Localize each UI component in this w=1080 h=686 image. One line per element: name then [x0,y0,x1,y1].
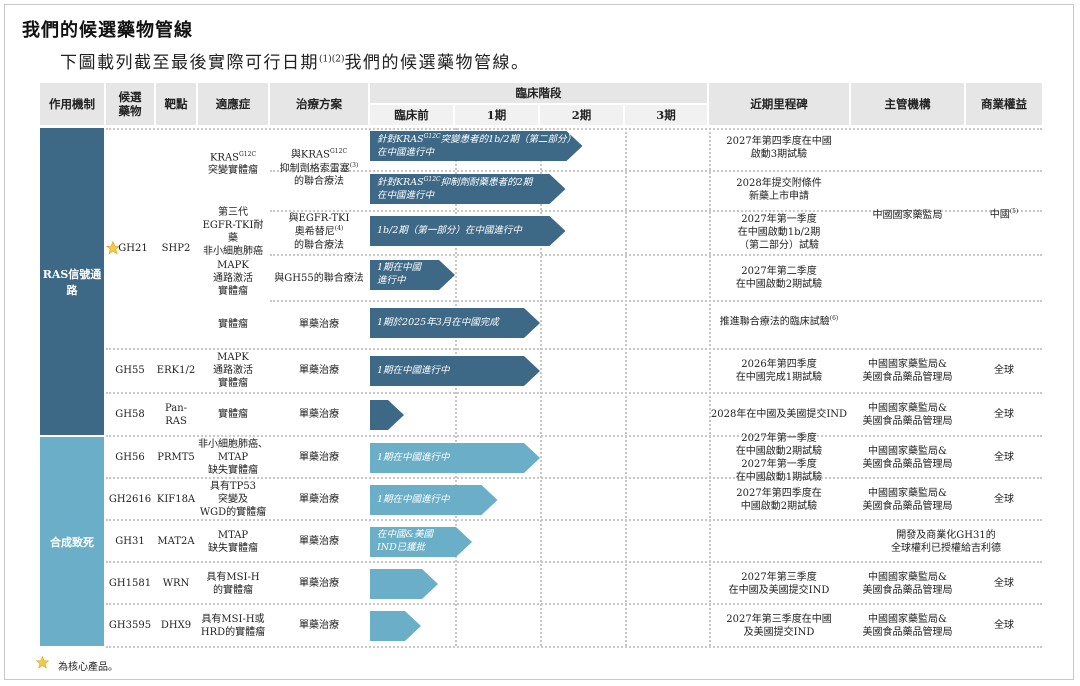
arrow-line1b: 抑制劑耐藥患者的2期 [440,176,533,188]
arrow-gh21-3-label: 1期在中國 進行中 [370,260,455,290]
stage-arrows [370,131,583,641]
arrow-line2: 進行中 [377,275,406,286]
arrow-sup: G12C [423,132,441,140]
arrow-line1: 針對KRAS [377,133,424,145]
arrow-gh56-text: 1期在中國進行中 [377,443,450,473]
arrow-gh2616-label: 1期在中國進行中 [370,485,498,515]
arrow-line1: 針對KRAS [377,176,424,188]
arrow-gh21-1-label: 針對KRASG12C抑制劑耐藥患者的2期 在中國進行中 [370,174,566,204]
arrow-line1: 1期在中國進行中 [377,451,450,463]
arrow-gh55-text: 1期在中國進行中 [377,356,450,386]
arrow-gh21-4-text: 1期於2025年3月在中國完成 [377,308,499,338]
arrow-gh3595 [370,611,421,641]
arrow-gh21-0-text: 針對KRASG12C突變患者的1b/2期（第二部分） 在中國進行中 [377,131,576,161]
arrow-line1: 1期在中國進行中 [377,364,450,376]
arrow-line1: 1b/2期（第一部分）在中國進行中 [377,224,522,236]
footnote: 為核心產品。 [58,662,118,673]
arrow-line2: 在中國進行中 [377,146,435,158]
arrow-gh21-3-text: 1期在中國 進行中 [377,260,421,290]
arrow-gh21-2-label: 1b/2期（第一部分）在中國進行中 [370,216,566,246]
arrow-line1: 1期在中國進行中 [377,493,450,505]
arrow-gh55-label: 1期在中國進行中 [370,356,540,386]
arrow-gh1581 [370,569,438,599]
arrow-sup: G12C [423,175,441,183]
arrow-gh2616-text: 1期在中國進行中 [377,485,450,515]
arrow-gh31-text: 在中國&美國 IND已獲批 [377,527,433,557]
arrow-gh21-4-label: 1期於2025年3月在中國完成 [370,308,540,338]
arrow-line1: 1期於2025年3月在中國完成 [377,316,499,328]
arrow-gh21-1-text: 針對KRASG12C抑制劑耐藥患者的2期 在中國進行中 [377,174,532,204]
star-icon-legend [36,656,49,669]
arrow-gh58 [370,400,404,430]
arrow-line1: 1期在中國 [377,262,422,274]
arrow-gh31-label: 在中國&美國 IND已獲批 [370,527,472,557]
arrow-line1: 在中國&美國 [377,529,433,541]
arrow-gh21-0-label: 針對KRASG12C突變患者的1b/2期（第二部分） 在中國進行中 [370,131,583,161]
arrow-line1b: 突變患者的1b/2期（第二部分） [440,133,577,145]
arrow-gh56-label: 1期在中國進行中 [370,443,540,473]
arrow-line2: 在中國進行中 [377,189,435,201]
arrow-line2: IND已獲批 [377,542,426,553]
arrow-gh21-2-text: 1b/2期（第一部分）在中國進行中 [377,216,522,246]
